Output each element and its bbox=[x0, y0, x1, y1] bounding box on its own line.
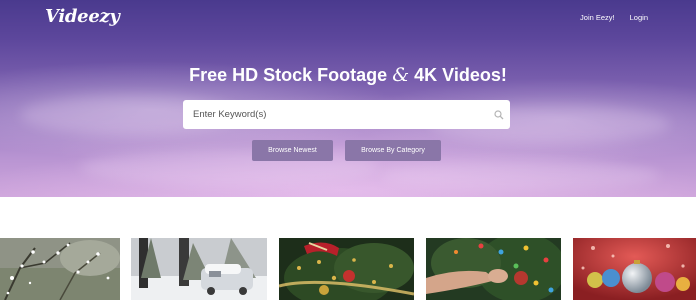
page-title: Free HD Stock Footage & 4K Videos! bbox=[0, 64, 696, 86]
hero-banner: Videezy Join Eezy! Login Free HD Stock F… bbox=[0, 0, 696, 197]
site-logo[interactable]: Videezy bbox=[45, 6, 120, 27]
video-thumbnail-snowy-branches[interactable] bbox=[0, 238, 120, 300]
login-link[interactable]: Login bbox=[630, 13, 648, 22]
browse-category-button[interactable]: Browse By Category bbox=[345, 140, 441, 161]
video-thumbnail-christmas-ornaments[interactable] bbox=[573, 238, 696, 300]
video-thumbnail-row bbox=[0, 238, 696, 300]
video-thumbnail-snowy-street[interactable] bbox=[131, 238, 267, 300]
top-nav: Join Eezy! Login bbox=[580, 13, 648, 22]
video-thumbnail-hand-decorating[interactable] bbox=[426, 238, 561, 300]
video-thumbnail-christmas-tree-ribbon[interactable] bbox=[279, 238, 414, 300]
join-link[interactable]: Join Eezy! bbox=[580, 13, 615, 22]
browse-newest-button[interactable]: Browse Newest bbox=[252, 140, 333, 161]
search-input[interactable] bbox=[183, 100, 488, 129]
title-text-2: 4K Videos! bbox=[414, 65, 507, 85]
title-ampersand: & bbox=[392, 64, 410, 86]
title-text-1: Free HD Stock Footage bbox=[189, 65, 388, 85]
search-icon[interactable] bbox=[488, 100, 510, 129]
search-bar bbox=[183, 100, 510, 129]
cloud-shape bbox=[80, 150, 380, 185]
cloud-shape bbox=[380, 160, 660, 190]
